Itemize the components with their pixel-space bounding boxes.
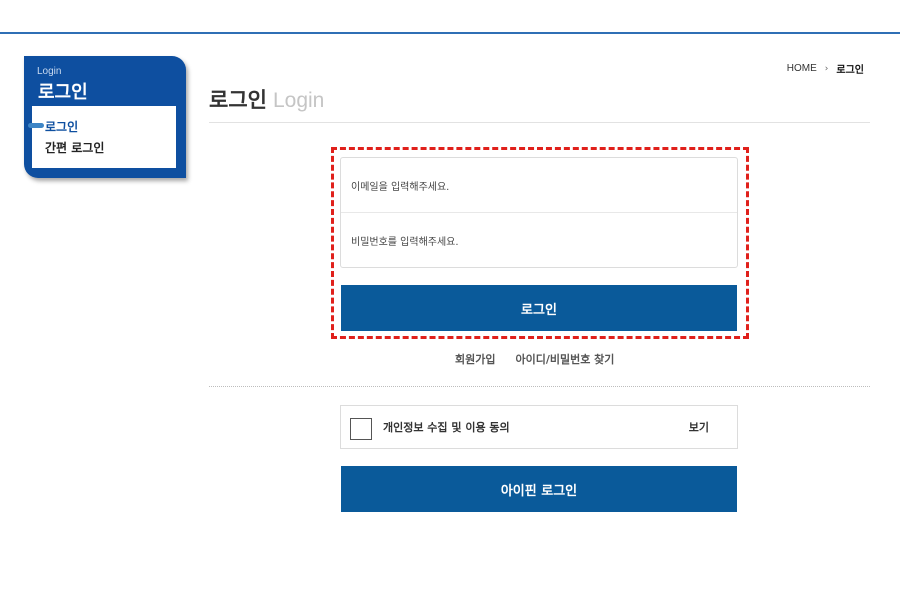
top-divider (0, 32, 900, 34)
agreement-label: 개인정보 수집 및 이용 동의 (383, 421, 510, 434)
title-divider (209, 122, 870, 123)
page-title-korean: 로그인 (209, 88, 267, 112)
page-title-english: Login (272, 89, 325, 112)
account-links: 회원가입 아이디/비밀번호 찾기 (455, 351, 614, 367)
agreement-view-link[interactable]: 보기 (689, 419, 709, 435)
sidebar-title: 로그인 (38, 82, 88, 103)
sidebar-menu: 로그인 간편 로그인 (28, 106, 176, 168)
find-account-link[interactable]: 아이디/비밀번호 찾기 (515, 351, 614, 367)
sidebar-subtitle: Login (37, 66, 62, 77)
login-fields: 이메일을 입력해주세요. 비밀번호를 입력해주세요. (340, 157, 738, 268)
page-title: 로그인 Login (209, 84, 324, 114)
chevron-right-icon: › (824, 63, 829, 74)
privacy-agreement: 개인정보 수집 및 이용 동의 보기 (340, 405, 738, 449)
sidebar: Login 로그인 로그인 간편 로그인 (24, 56, 186, 178)
breadcrumb-current: 로그인 (836, 65, 864, 76)
agreement-checkbox[interactable] (350, 418, 372, 440)
active-marker-icon (28, 123, 44, 128)
sidebar-item-login[interactable]: 로그인 (45, 118, 78, 135)
breadcrumb-home[interactable]: HOME (787, 63, 817, 74)
signup-link[interactable]: 회원가입 (455, 351, 495, 367)
breadcrumb: HOME › 로그인 (787, 61, 864, 76)
password-field[interactable]: 비밀번호를 입력해주세요. (341, 213, 737, 268)
email-field[interactable]: 이메일을 입력해주세요. (341, 158, 737, 213)
dotted-divider (209, 386, 870, 387)
ipin-login-button[interactable]: 아이핀 로그인 (341, 466, 737, 512)
sidebar-item-easy-login[interactable]: 간편 로그인 (45, 139, 104, 156)
login-button[interactable]: 로그인 (341, 285, 737, 331)
